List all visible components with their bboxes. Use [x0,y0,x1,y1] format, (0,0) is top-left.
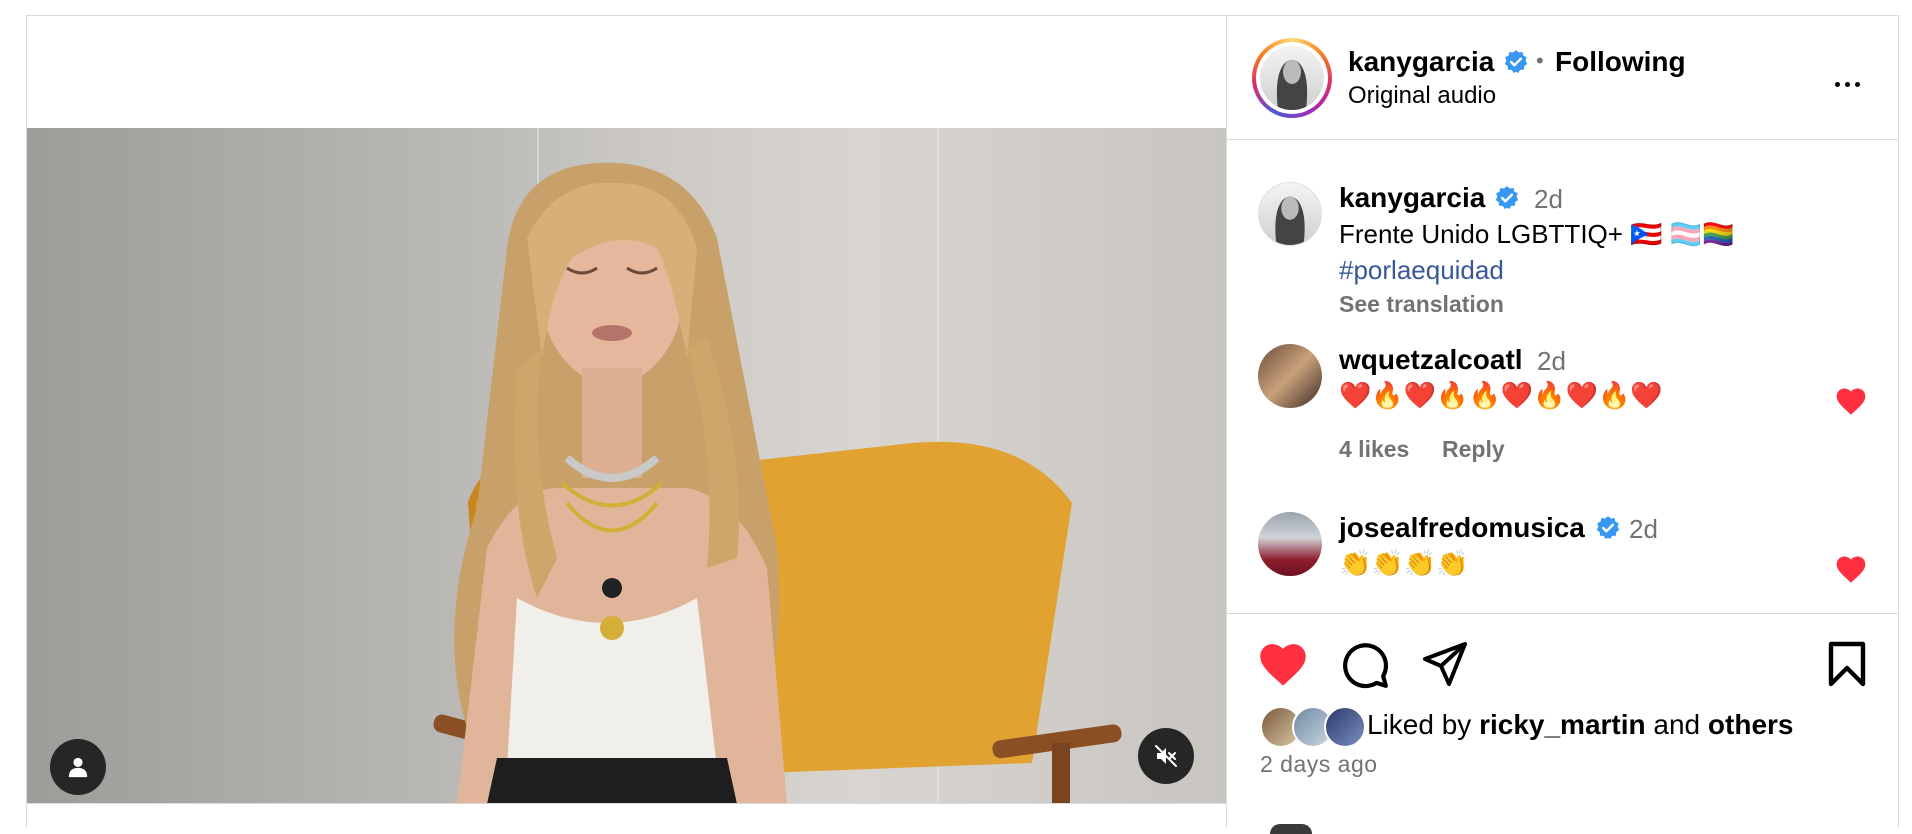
verified-badge-icon [1504,50,1528,73]
post-timestamp[interactable]: 2 days ago [1260,751,1378,778]
person-icon [68,757,88,778]
user-tag-button[interactable] [50,739,106,795]
story-ring-avatar[interactable] [1252,38,1332,118]
reply-button[interactable]: Reply [1442,436,1505,463]
paper-plane-icon[interactable] [1421,640,1469,688]
caption-text: Frente Unido LGBTTIQ+ 🇵🇷 🏳️‍⚧️🏳️‍🌈 [1339,219,1735,249]
comment-bubble-icon[interactable] [1340,640,1390,690]
original-audio-link[interactable]: Original audio [1348,82,1496,110]
post-side-panel: kanygarcia • Following Original audio ka… [1226,16,1899,834]
avatar-photo [1275,196,1305,245]
caption-time: 2d [1534,184,1563,214]
comment-likes[interactable]: 4 likes [1339,436,1409,463]
comment-text: ❤️🔥❤️🔥🔥❤️🔥❤️🔥❤️ [1339,380,1663,410]
separator-dot: • [1536,48,1544,73]
divider [27,803,1226,804]
avatar [1270,824,1312,834]
post-header: kanygarcia • Following Original audio [1227,16,1899,140]
comment-text: 👏👏👏👏 [1339,548,1469,578]
action-bar: Liked by ricky_martin and others 2 days … [1227,613,1899,834]
ellipsis-icon[interactable] [1827,72,1867,96]
verified-badge-icon [1596,516,1620,539]
avatar [1324,706,1366,748]
liked-by-avatars[interactable] [1260,706,1370,748]
mute-button[interactable] [1138,728,1194,784]
muted-speaker-icon [1155,745,1177,767]
liked-others-link[interactable]: others [1708,709,1794,740]
avatar[interactable] [1258,182,1322,246]
comment-username[interactable]: josealfredomusica [1339,512,1585,544]
singer-figure [454,162,787,804]
liked-user-link[interactable]: ricky_martin [1479,709,1646,740]
avatar[interactable] [1258,344,1322,408]
following-button[interactable]: Following [1555,46,1686,78]
liked-by-text: Liked by ricky_martin and others [1367,709,1793,741]
comments-list: kanygarcia 2d Frente Unido LGBTTIQ+ 🇵🇷 🏳… [1227,140,1899,613]
bookmark-icon[interactable] [1825,640,1869,688]
avatar[interactable] [1258,512,1322,576]
liked-and: and [1653,709,1701,740]
header-username[interactable]: kanygarcia [1348,46,1494,78]
comment-username[interactable]: wquetzalcoatl [1339,344,1523,376]
see-translation-button[interactable]: See translation [1339,291,1504,318]
avatar [1276,60,1308,110]
caption-username[interactable]: kanygarcia [1339,182,1485,214]
comment-time: 2d [1537,346,1566,376]
comment-time: 2d [1629,514,1658,544]
liked-prefix: Liked by [1367,709,1472,740]
hashtag-link[interactable]: #porlaequidad [1339,255,1504,286]
heart-icon[interactable] [1257,640,1309,688]
heart-icon[interactable] [1834,386,1868,416]
reel-video[interactable] [27,128,1226,804]
media-panel [27,16,1226,828]
verified-badge-icon [1495,186,1519,209]
heart-icon[interactable] [1834,554,1868,584]
